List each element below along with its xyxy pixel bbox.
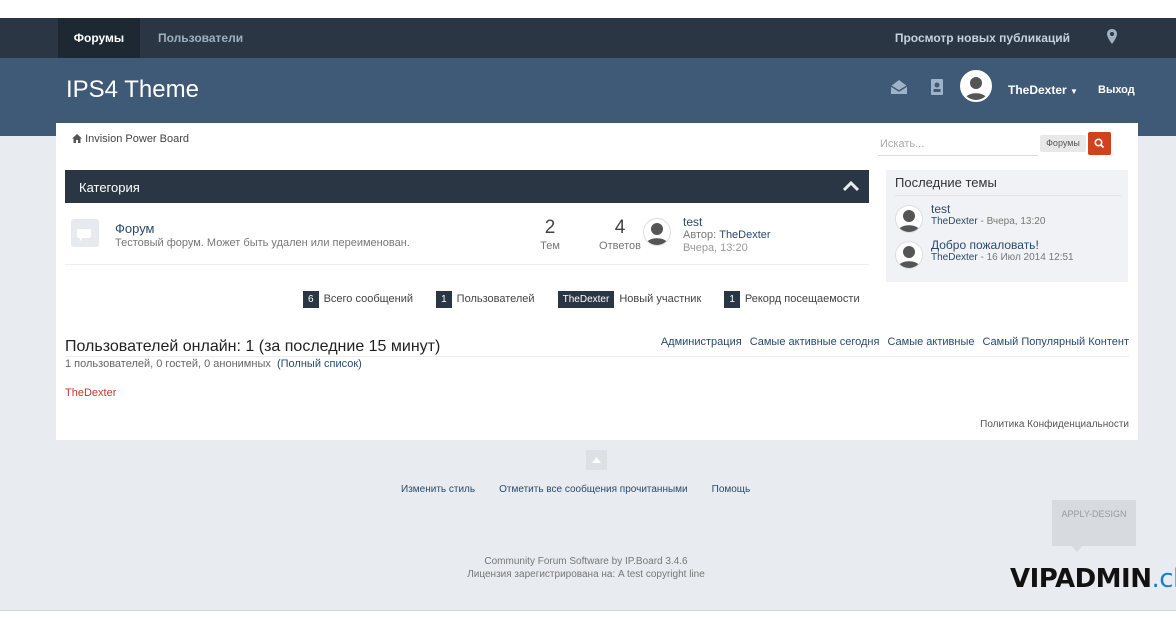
stat-badge: 1 (436, 291, 452, 308)
avatar[interactable] (895, 205, 923, 233)
topics-stat: 2 Тем (525, 217, 575, 252)
top-navbar: Форумы Пользователи Просмотр новых публи… (0, 18, 1176, 58)
link-top-posters[interactable]: Самые активные (887, 336, 974, 348)
last-post-avatar[interactable] (643, 218, 671, 246)
copyright: Community Forum Software by IP.Board 3.4… (0, 555, 1176, 581)
recent-topic-author[interactable]: TheDexter (931, 252, 978, 263)
logout-link[interactable]: Выход (1098, 84, 1135, 96)
author-prefix: Автор: (683, 229, 717, 241)
stat-label: Рекорд посещаемости (744, 293, 860, 305)
stat-label: Пользователей (456, 293, 535, 305)
last-post-date: Вчера, 13:20 (683, 242, 748, 254)
privacy-policy-link[interactable]: Политика Конфиденциальности (980, 419, 1129, 430)
badge-tail (1070, 544, 1084, 552)
envelope-icon[interactable] (890, 78, 908, 96)
divider (65, 356, 1129, 357)
recent-topic-title[interactable]: Добро пожаловать! (931, 238, 1039, 252)
topics-count: 2 (544, 217, 556, 238)
id-card-icon[interactable] (928, 78, 946, 96)
watermark-suffix: .club (1151, 564, 1176, 594)
scroll-to-top-button[interactable] (586, 450, 607, 470)
top-margin (0, 0, 1176, 18)
online-links: Администрация Самые активные сегодня Самые… (653, 336, 1129, 348)
stat-badge: 6 (303, 291, 319, 308)
chevron-up-icon[interactable] (843, 180, 859, 192)
watermark-main: VIPADMIN (1010, 564, 1152, 594)
search-scope-select[interactable]: Форумы (1040, 135, 1086, 152)
user-menu[interactable]: TheDexter ▼ (1008, 83, 1078, 97)
board-stats: 6 Всего сообщений 1 Пользователей TheDexte… (303, 291, 880, 311)
last-post-author: Автор: TheDexter (683, 229, 771, 241)
stat-members: 1 Пользователей (436, 291, 535, 308)
stat-label: Всего сообщений (323, 293, 414, 305)
user-avatar[interactable] (960, 70, 992, 102)
tab-users[interactable]: Пользователи (158, 18, 243, 58)
category-header: Категория (65, 170, 869, 203)
help-link[interactable]: Помощь (712, 484, 751, 495)
recent-topic-date: - Вчера, 13:20 (977, 216, 1046, 227)
stat-badge[interactable]: TheDexter (557, 291, 615, 308)
forum-row: Форум Тестовый форум. Может быть удален … (65, 203, 869, 265)
recent-topics-title: Последние темы (895, 175, 1121, 196)
online-summary: 1 пользователей, 0 гостей, 0 анонимных (… (65, 358, 362, 370)
avatar[interactable] (895, 241, 923, 269)
recent-topic-meta: TheDexter - Вчера, 13:20 (931, 216, 1045, 227)
author-link[interactable]: TheDexter (719, 229, 770, 241)
recent-topic-date: - 16 Июл 2014 12:51 (977, 252, 1074, 263)
search-input[interactable]: Искать... (878, 132, 1038, 156)
online-counts: 1 пользователей, 0 гостей, 0 анонимных (65, 358, 271, 370)
replies-stat: 4 Ответов (595, 217, 645, 252)
copyright-line: Community Forum Software by IP.Board 3.4… (484, 556, 688, 567)
main-content: Invision Power Board Искать... Форумы Ка… (56, 123, 1138, 440)
license-line: Лицензия зарегистрирована на: A test cop… (467, 569, 705, 580)
recent-topic-title[interactable]: test (931, 202, 950, 216)
site-logo[interactable]: IPS4 Theme (66, 76, 199, 104)
recent-topics-panel: Последние темы test TheDexter - Вчера, 1… (886, 170, 1128, 282)
forum-title-link[interactable]: Форум (115, 221, 155, 236)
map-marker-icon[interactable] (1106, 29, 1118, 45)
home-icon (72, 134, 82, 143)
breadcrumb-label: Invision Power Board (85, 133, 190, 145)
mark-all-read-link[interactable]: Отметить все сообщения прочитанными (499, 484, 688, 495)
online-user-link[interactable]: TheDexter (65, 387, 116, 399)
stat-badge: 1 (724, 291, 740, 308)
link-popular-content[interactable]: Самый Популярный Контент (982, 336, 1129, 348)
footer-links: Изменить стиль Отметить все сообщения про… (401, 484, 774, 495)
breadcrumb[interactable]: Invision Power Board (72, 133, 189, 145)
caret-down-icon: ▼ (1070, 87, 1078, 96)
category-title[interactable]: Категория (79, 180, 140, 195)
recent-topic-author[interactable]: TheDexter (931, 216, 978, 227)
tab-forums[interactable]: Форумы (58, 18, 140, 58)
full-list-link[interactable]: (Полный список) (277, 358, 362, 370)
bottom-edge (0, 610, 1176, 618)
link-top-today[interactable]: Самые активные сегодня (750, 336, 880, 348)
replies-count: 4 (614, 217, 626, 238)
recent-topic-meta: TheDexter - 16 Июл 2014 12:51 (931, 252, 1074, 263)
forum-description: Тестовый форум. Может быть удален или пе… (115, 237, 410, 249)
recent-topic-item: test TheDexter - Вчера, 13:20 (895, 202, 1121, 233)
change-skin-link[interactable]: Изменить стиль (401, 484, 475, 495)
last-post-title[interactable]: test (683, 215, 702, 229)
forum-read-icon (71, 219, 99, 247)
recent-topic-item: Добро пожаловать! TheDexter - 16 Июл 201… (895, 238, 1121, 269)
apply-design-badge[interactable]: APPLY-DESIGN (1052, 500, 1136, 546)
username-label: TheDexter (1008, 83, 1067, 97)
link-administration[interactable]: Администрация (661, 336, 742, 348)
stat-record-online: 1 Рекорд посещаемости (724, 291, 860, 308)
topics-label: Тем (540, 240, 560, 252)
stat-label: Новый участник (619, 293, 702, 305)
stat-total-posts: 6 Всего сообщений (303, 291, 413, 308)
stat-newest-member[interactable]: TheDexter Новый участник (557, 291, 702, 308)
watermark-logo: VIPADMIN.club (1010, 564, 1176, 594)
search-button[interactable] (1088, 132, 1111, 155)
online-users-title: Пользователей онлайн: 1 (за последние 15… (65, 338, 441, 355)
view-new-content-link[interactable]: Просмотр новых публикаций (895, 18, 1070, 58)
replies-label: Ответов (599, 240, 641, 252)
